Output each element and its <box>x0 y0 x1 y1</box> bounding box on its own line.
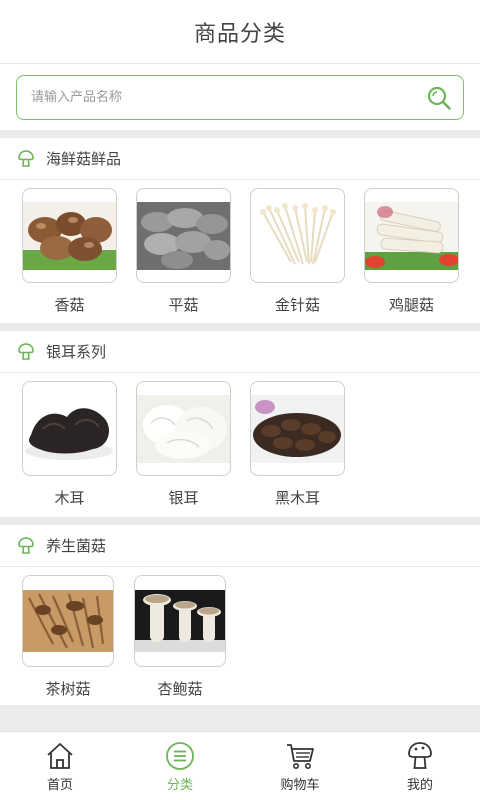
search-icon[interactable] <box>425 84 453 112</box>
product-name[interactable]: 杏鲍菇 <box>157 679 202 699</box>
product-item-enoki[interactable]: 金针菇 <box>250 188 345 323</box>
tab-home[interactable]: 首页 <box>0 732 120 800</box>
content-footer-space <box>0 705 480 731</box>
category-list-icon <box>166 741 194 770</box>
mushroom-icon <box>18 149 34 167</box>
product-item-white-fungus[interactable]: 银耳 <box>136 381 231 517</box>
product-item-black-fungus[interactable]: 黑木耳 <box>250 381 345 517</box>
tab-label: 分类 <box>166 777 193 793</box>
search-area <box>0 64 480 130</box>
product-name[interactable]: 香菇 <box>54 295 84 315</box>
category-section-health-mushroom: 养生菌菇 茶树菇 杏鲍菇 <box>0 525 480 711</box>
oyster-mushrooms-image <box>137 201 230 270</box>
product-thumbnail[interactable] <box>22 381 117 476</box>
product-item-tea-tree[interactable]: 茶树菇 <box>22 575 114 711</box>
section-header: 银耳系列 <box>0 331 480 373</box>
bottom-tab-bar: 首页 分类 购物车 我的 <box>0 731 480 800</box>
product-item-shaggy-mane[interactable]: 鸡腿菇 <box>364 188 459 323</box>
home-icon <box>47 742 73 769</box>
product-item-shiitake[interactable]: 香菇 <box>22 188 117 323</box>
section-header: 养生菌菇 <box>0 525 480 567</box>
product-name[interactable]: 平菇 <box>168 295 198 315</box>
wood-ear-image <box>23 394 116 463</box>
tab-profile[interactable]: 我的 <box>360 732 480 800</box>
white-fungus-image <box>137 394 230 463</box>
shaggy-mane-mushrooms-image <box>365 201 458 270</box>
mushroom-icon <box>18 536 34 554</box>
mushroom-icon <box>18 342 34 360</box>
cart-icon <box>287 743 314 769</box>
section-title: 养生菌菇 <box>46 537 107 555</box>
tab-cart[interactable]: 购物车 <box>240 732 360 800</box>
section-divider <box>0 517 480 525</box>
product-item-king-oyster[interactable]: 杏鲍菇 <box>134 575 226 711</box>
header-bar: 商品分类 <box>0 0 480 64</box>
tab-category[interactable]: 分类 <box>120 732 240 800</box>
product-thumbnail[interactable] <box>250 381 345 476</box>
section-header: 海鲜菇鲜品 <box>0 138 480 180</box>
product-name[interactable]: 茶树菇 <box>45 679 90 699</box>
category-section-white-fungus: 银耳系列 木耳 银耳 黑木耳 <box>0 331 480 517</box>
search-box[interactable] <box>16 75 464 120</box>
shiitake-mushrooms-image <box>23 201 116 270</box>
profile-mushroom-icon <box>408 741 432 769</box>
page-title: 商品分类 <box>193 21 286 47</box>
section-title: 银耳系列 <box>46 343 107 361</box>
product-name[interactable]: 金针菇 <box>275 295 320 315</box>
tab-label: 我的 <box>406 777 433 793</box>
enoki-mushrooms-image <box>251 201 344 270</box>
product-item-wood-ear[interactable]: 木耳 <box>22 381 117 517</box>
product-grid: 木耳 银耳 黑木耳 <box>0 373 480 517</box>
product-thumbnail[interactable] <box>134 575 226 667</box>
tea-tree-mushroom-image <box>23 590 113 652</box>
product-name[interactable]: 银耳 <box>168 488 198 508</box>
black-fungus-image <box>251 394 344 463</box>
search-input[interactable] <box>31 90 425 105</box>
product-name[interactable]: 黑木耳 <box>275 488 320 508</box>
product-thumbnail[interactable] <box>136 381 231 476</box>
product-name[interactable]: 木耳 <box>54 488 84 508</box>
section-title: 海鲜菇鲜品 <box>46 150 122 168</box>
section-divider <box>0 323 480 331</box>
tab-label: 首页 <box>46 777 73 793</box>
product-name[interactable]: 鸡腿菇 <box>389 295 434 315</box>
category-section-seafood-mushroom: 海鲜菇鲜品 香菇 平菇 金针菇 鸡腿菇 <box>0 138 480 323</box>
product-thumbnail[interactable] <box>22 188 117 283</box>
product-thumbnail[interactable] <box>364 188 459 283</box>
product-item-oyster[interactable]: 平菇 <box>136 188 231 323</box>
product-grid: 香菇 平菇 金针菇 鸡腿菇 <box>0 180 480 323</box>
section-divider <box>0 130 480 138</box>
product-thumbnail[interactable] <box>22 575 114 667</box>
product-thumbnail[interactable] <box>250 188 345 283</box>
product-grid: 茶树菇 杏鲍菇 <box>0 567 480 711</box>
tab-label: 购物车 <box>280 777 320 793</box>
king-oyster-mushroom-image <box>135 590 225 652</box>
product-thumbnail[interactable] <box>136 188 231 283</box>
